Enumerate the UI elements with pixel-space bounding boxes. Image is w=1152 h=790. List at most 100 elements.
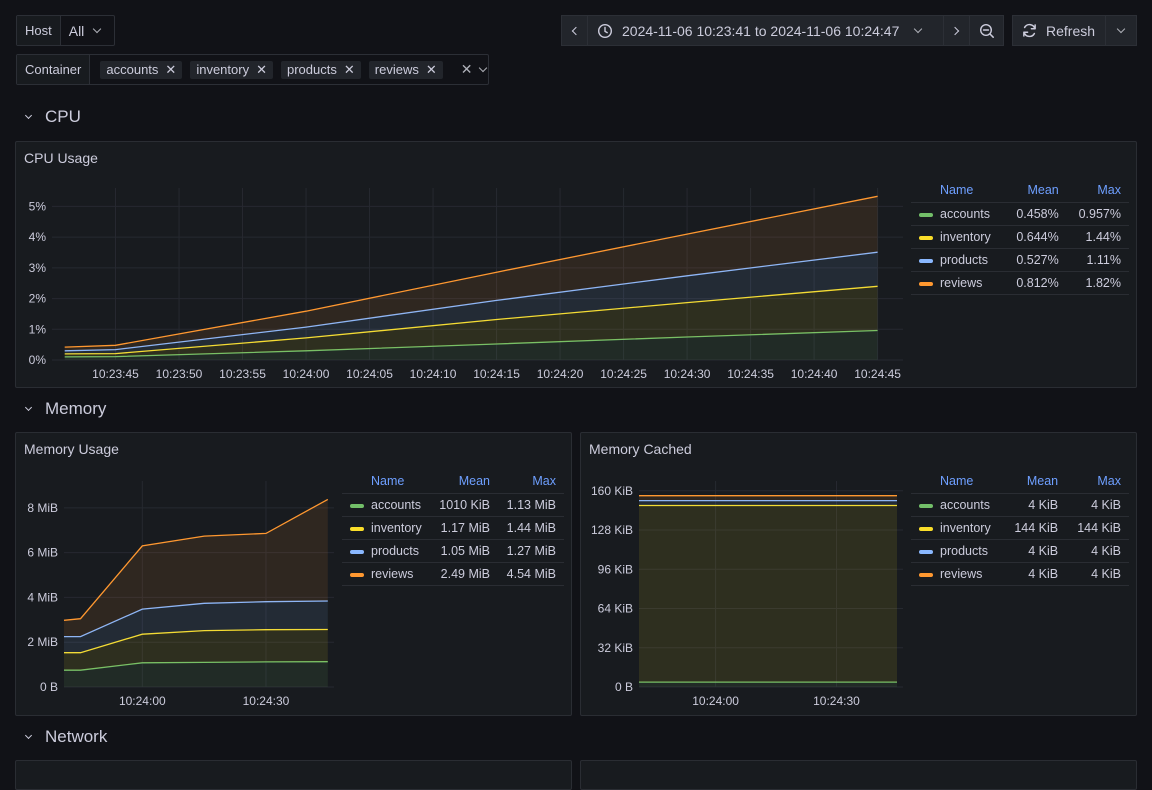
clear-all-icon[interactable]: ✕	[461, 61, 473, 78]
x-tick-label: 10:24:15	[473, 367, 520, 381]
row-header-memory[interactable]: Memory	[16, 399, 106, 419]
legend-row[interactable]: reviews 0.812% 1.82%	[911, 271, 1129, 295]
series-swatch-products	[919, 258, 933, 263]
container-label: Container	[17, 55, 91, 84]
x-tick-label: 10:24:00	[119, 694, 166, 708]
x-tick-label: 10:24:45	[854, 367, 901, 381]
y-tick-label: 6 MiB	[27, 546, 58, 560]
y-tick-label: 64 KiB	[598, 602, 633, 616]
remove-chip-icon[interactable]: ✕	[426, 62, 437, 78]
clock-icon	[597, 23, 613, 38]
legend-row[interactable]: products 1.05 MiB 1.27 MiB	[342, 539, 564, 563]
legend-row[interactable]: inventory 144 KiB 144 KiB	[911, 516, 1129, 540]
refresh-button[interactable]: Refresh	[1012, 15, 1106, 46]
x-tick-label: 10:24:00	[283, 367, 330, 381]
series-swatch-inventory	[919, 526, 933, 531]
legend-row[interactable]: products 4 KiB 4 KiB	[911, 539, 1129, 563]
x-tick-label: 10:24:05	[346, 367, 393, 381]
zoom-out-icon	[979, 23, 994, 38]
host-label: Host	[17, 16, 61, 45]
y-tick-label: 0 B	[40, 680, 58, 694]
y-tick-label: 2%	[29, 292, 47, 306]
refresh-interval-dropdown[interactable]	[1105, 15, 1137, 46]
remove-chip-icon[interactable]: ✕	[256, 62, 267, 78]
legend-memory-cached: Name Mean Max accounts 4 KiB 4 KiB inventory…	[911, 474, 1129, 586]
container-chip: products ✕	[280, 60, 361, 79]
series-swatch-inventory	[350, 526, 364, 531]
chevron-down-icon	[1116, 24, 1126, 34]
legend-header-name[interactable]: Name	[342, 474, 431, 494]
chevron-down-icon	[93, 24, 102, 34]
panel-network-left	[15, 760, 572, 790]
time-range-text: 2024-11-06 10:23:41 to 2024-11-06 10:24:…	[622, 22, 900, 39]
legend-row[interactable]: reviews 2.49 MiB 4.54 MiB	[342, 562, 564, 586]
legend-header-mean[interactable]: Mean	[1005, 183, 1067, 203]
remove-chip-icon[interactable]: ✕	[165, 62, 176, 78]
x-tick-label: 10:24:30	[664, 367, 711, 381]
series-area-accounts	[639, 682, 897, 687]
time-shift-forward-button[interactable]	[943, 15, 970, 46]
row-header-cpu[interactable]: CPU	[16, 107, 81, 127]
host-select[interactable]: All	[61, 16, 115, 45]
chevron-right-icon	[950, 26, 960, 35]
y-tick-label: 32 KiB	[598, 641, 633, 655]
remove-chip-icon[interactable]: ✕	[344, 62, 355, 78]
legend-header-max[interactable]: Max	[1066, 474, 1129, 494]
series-area-reviews	[639, 495, 897, 501]
series-swatch-reviews	[919, 281, 933, 286]
legend-header-mean[interactable]: Mean	[1003, 474, 1066, 494]
legend-row[interactable]: inventory 1.17 MiB 1.44 MiB	[342, 516, 564, 540]
panel-cpu-usage: CPU Usage 0% 1% 2% 3% 4% 5% 10:23:45 10:23:50 10…	[15, 141, 1137, 388]
x-tick-label: 10:24:10	[410, 367, 457, 381]
legend-memory-usage: Name Mean Max accounts 1010 KiB 1.13 MiB inv…	[342, 474, 564, 586]
legend-header-name[interactable]: Name	[911, 183, 1005, 203]
series-swatch-reviews	[919, 572, 933, 577]
container-select[interactable]: accounts ✕ inventory ✕ products ✕ reviews ✕ …	[90, 55, 498, 84]
y-tick-label: 4 MiB	[27, 590, 58, 604]
time-range-picker[interactable]: 2024-11-06 10:23:41 to 2024-11-06 10:24:…	[587, 15, 944, 46]
legend-row[interactable]: reviews 4 KiB 4 KiB	[911, 562, 1129, 586]
legend-row[interactable]: inventory 0.644% 1.44%	[911, 225, 1129, 249]
x-tick-label: 10:23:55	[219, 367, 266, 381]
time-shift-back-button[interactable]	[561, 15, 588, 46]
legend-row[interactable]: accounts 4 KiB 4 KiB	[911, 493, 1129, 517]
container-chip: accounts ✕	[100, 60, 183, 79]
legend-header-max[interactable]: Max	[1067, 183, 1129, 203]
legend-cpu: Name Mean Max accounts 0.458% 0.957% invento…	[911, 183, 1129, 295]
refresh-icon	[1023, 23, 1036, 38]
y-tick-label: 1%	[29, 322, 47, 336]
y-tick-label: 3%	[29, 261, 47, 275]
y-tick-label: 96 KiB	[598, 562, 633, 576]
chart-memory-cached: 0 B 32 KiB 64 KiB 96 KiB 128 KiB 160 KiB 10:24…	[591, 481, 903, 708]
row-header-network[interactable]: Network	[16, 727, 107, 747]
row-title: Memory	[45, 399, 107, 418]
x-tick-label: 10:24:00	[692, 694, 739, 708]
panel-memory-usage: Memory Usage 0 B2 MiB 4 MiB 6 MiB 8 MiB 10:2…	[15, 432, 572, 716]
series-swatch-inventory	[919, 235, 933, 240]
host-value: All	[68, 22, 85, 39]
legend-header-mean[interactable]: Mean	[431, 474, 498, 494]
container-chip: reviews ✕	[368, 60, 443, 79]
legend-header-name[interactable]: Name	[911, 474, 1003, 494]
chart-memory-usage: 0 B 2 MiB 4 MiB 6 MiB 8 MiB 10:24:00 10:24:30	[27, 481, 334, 708]
series-swatch-accounts	[919, 212, 933, 217]
legend-row[interactable]: accounts 0.458% 0.957%	[911, 202, 1129, 226]
host-variable: Host All	[16, 15, 116, 46]
chevron-down-icon	[479, 63, 488, 73]
chevron-down-icon	[914, 24, 923, 34]
zoom-out-button[interactable]	[969, 15, 1004, 46]
panel-memory-cached: Memory Cached 0 B 32 KiB 64 KiB 96 KiB 128 K…	[580, 432, 1137, 716]
legend-row[interactable]: products 0.527% 1.11%	[911, 248, 1129, 272]
x-tick-label: 10:24:40	[791, 367, 838, 381]
chart-cpu-usage: 0% 1% 2% 3% 4% 5% 10:23:45 10:23:50 10:23:55 10:2…	[29, 188, 903, 381]
legend-header-max[interactable]: Max	[498, 474, 564, 494]
y-tick-label: 0 B	[615, 680, 633, 694]
y-tick-label: 2 MiB	[27, 635, 58, 649]
y-tick-label: 8 MiB	[27, 501, 58, 515]
y-tick-label: 4%	[29, 230, 47, 244]
y-tick-label: 0%	[29, 353, 47, 367]
legend-row[interactable]: accounts 1010 KiB 1.13 MiB	[342, 493, 564, 517]
collapse-chevron-icon	[24, 111, 33, 119]
x-tick-label: 10:24:25	[600, 367, 647, 381]
series-swatch-accounts	[919, 503, 933, 508]
